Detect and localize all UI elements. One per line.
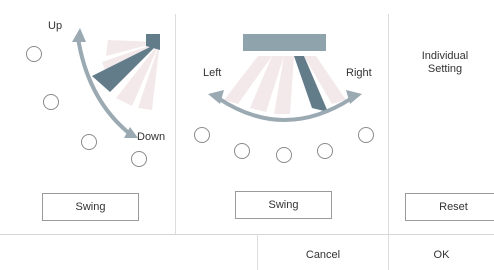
footer-divider [0,234,494,235]
individual-setting-panel: Individual Setting Reset [389,0,494,234]
cancel-button[interactable]: Cancel [258,240,388,270]
horizontal-airflow-panel: Left Right Swing [176,0,388,234]
horizontal-position-4-radio[interactable] [317,143,333,159]
vertical-position-4-radio[interactable] [131,151,147,167]
horizontal-position-1-radio[interactable] [194,127,210,143]
left-label: Left [203,67,222,79]
vertical-position-1-radio[interactable] [26,46,42,62]
horizontal-position-2-radio[interactable] [234,143,250,159]
horizontal-swing-button[interactable]: Swing [235,191,332,219]
horizontal-position-3-radio[interactable] [276,147,292,163]
vertical-airflow-panel: Up Down Swing [0,0,175,234]
right-label: Right [346,67,372,79]
horizontal-position-5-radio[interactable] [358,127,374,143]
vertical-arrow-head-top [72,28,86,42]
reset-button[interactable]: Reset [405,193,494,221]
vertical-position-3-radio[interactable] [81,134,97,150]
horizontal-unit-icon [243,34,326,51]
individual-setting-title: Individual Setting [421,50,469,75]
vertical-swing-button[interactable]: Swing [42,193,139,221]
vertical-position-2-radio[interactable] [43,94,59,110]
ok-button[interactable]: OK [389,240,494,270]
